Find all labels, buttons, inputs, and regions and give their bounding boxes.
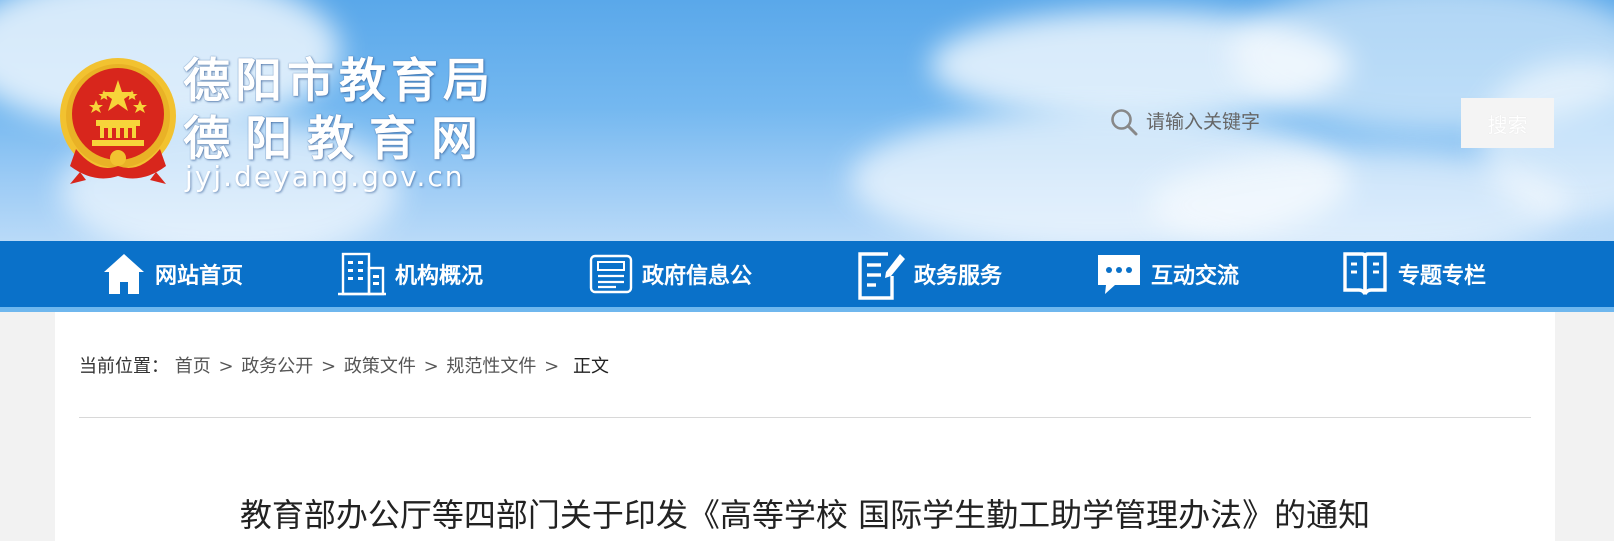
breadcrumb-item-gov-affairs[interactable]: 政务公开 <box>241 356 313 377</box>
building-icon <box>338 252 386 296</box>
main-nav: 网站首页 机构概况 政府信息公 政务服务 互动交流 专题专栏 <box>0 241 1614 307</box>
breadcrumb-separator: > <box>321 356 337 377</box>
nav-item-organization[interactable]: 机构概况 <box>337 241 483 307</box>
breadcrumb-separator: > <box>423 356 439 377</box>
breadcrumb-separator: > <box>544 356 560 377</box>
nav-item-gov-info[interactable]: 政府信息公 <box>588 241 752 307</box>
open-book-icon <box>1343 252 1387 295</box>
nav-item-gov-service[interactable]: 政务服务 <box>856 241 1002 307</box>
content-panel: 当前位置： 首页 > 政务公开 > 政策文件 > 规范性文件 > 正文 教育部办… <box>55 312 1555 541</box>
nav-item-label: 专题专栏 <box>1398 263 1487 289</box>
nav-item-special-topics[interactable]: 专题专栏 <box>1340 241 1486 307</box>
divider <box>79 417 1531 418</box>
search-icon <box>1111 109 1138 136</box>
nav-item-label: 互动交流 <box>1151 263 1240 289</box>
nav-item-label: 政务服务 <box>914 263 1003 289</box>
breadcrumb-item-policy-docs[interactable]: 政策文件 <box>344 356 416 377</box>
article-title: 教育部办公厅等四部门关于印发《高等学校 国际学生勤工助学管理办法》的通知 <box>239 496 1371 534</box>
breadcrumb-item-home[interactable]: 首页 <box>175 356 211 377</box>
nav-item-interaction[interactable]: 互动交流 <box>1095 241 1239 307</box>
nav-item-label: 网站首页 <box>155 263 244 289</box>
breadcrumb: 当前位置： 首页 > 政务公开 > 政策文件 > 规范性文件 > 正文 <box>79 352 609 378</box>
site-url: jyj.deyang.gov.cn <box>185 160 465 193</box>
breadcrumb-item-normative-docs[interactable]: 规范性文件 <box>446 356 536 377</box>
national-emblem-icon <box>60 58 176 184</box>
breadcrumb-current: 正文 <box>572 356 609 377</box>
home-icon <box>104 254 144 294</box>
newspaper-icon <box>589 254 633 294</box>
nav-item-label: 机构概况 <box>395 263 484 289</box>
site-header: 德阳市教育局 德阳教育网 jyj.deyang.gov.cn 搜索 <box>0 0 1614 241</box>
search-button[interactable]: 搜索 <box>1461 98 1554 148</box>
nav-item-home[interactable]: 网站首页 <box>101 241 243 307</box>
breadcrumb-prefix: 当前位置： <box>79 356 169 377</box>
chat-bubble-icon <box>1098 255 1140 294</box>
site-name-line2: 德阳教育网 <box>183 112 493 167</box>
search-input[interactable] <box>1146 104 1446 140</box>
edit-document-icon <box>858 252 905 300</box>
breadcrumb-separator: > <box>218 356 234 377</box>
nav-item-label: 政府信息公 <box>642 263 753 289</box>
